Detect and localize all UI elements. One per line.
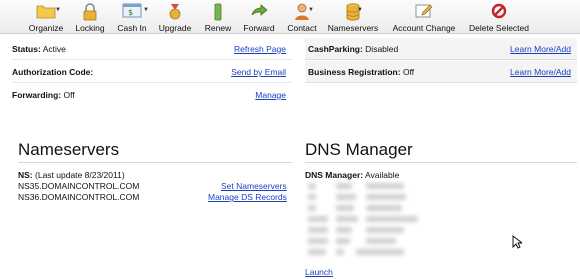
svg-text:$: $: [128, 8, 133, 17]
divider: [18, 162, 292, 163]
forwarding-value: Off: [63, 90, 75, 100]
manage-ds-records-link[interactable]: Manage DS Records: [208, 192, 287, 202]
manage-forwarding-link[interactable]: Manage: [255, 84, 286, 106]
cash-in-label: Cash In: [117, 23, 147, 33]
launch-link[interactable]: Launch: [305, 267, 333, 277]
cashparking-learn-more-link[interactable]: Learn More/Add: [510, 38, 571, 60]
refresh-page-link[interactable]: Refresh Page: [234, 38, 286, 60]
status-label: Status:: [12, 44, 41, 54]
locking-label: Locking: [75, 23, 105, 33]
medal-icon: [156, 3, 194, 21]
forward-label: Forward: [243, 23, 275, 33]
nameserver-1: NS35.DOMAINCONTROL.COM: [18, 181, 140, 191]
set-nameservers-link[interactable]: Set Nameservers: [221, 181, 287, 191]
chevron-down-icon[interactable]: ▼: [308, 7, 314, 13]
divider: [305, 162, 577, 163]
locking-button[interactable]: Locking: [72, 3, 108, 33]
nameservers-button[interactable]: Nameservers: [324, 3, 382, 33]
ns-last-update: (Last update 8/23/2011): [35, 170, 125, 180]
business-registration-label: Business Registration:: [308, 67, 401, 77]
contact-label: Contact: [287, 23, 317, 33]
send-by-email-link[interactable]: Send by Email: [231, 61, 286, 83]
contact-button[interactable]: Contact: [284, 3, 320, 33]
renew-icon: [202, 3, 234, 21]
forward-arrow-icon: [241, 3, 277, 21]
cashparking-row: CashParking: Disabled Learn More/Add: [305, 38, 577, 60]
dns-manager-value: Available: [365, 170, 400, 180]
delete-selected-button[interactable]: Delete Selected: [464, 3, 534, 33]
pencil-icon: [390, 3, 458, 21]
nameservers-update-line: NS: (Last update 8/23/2011): [18, 170, 125, 180]
dns-manager-heading: DNS Manager: [305, 140, 413, 159]
upgrade-label: Upgrade: [158, 23, 192, 33]
status-value: Active: [42, 44, 66, 54]
mouse-cursor-icon: [512, 235, 524, 251]
ns-label: NS:: [18, 170, 33, 180]
cashparking-label: CashParking:: [308, 44, 363, 54]
database-icon: [324, 3, 382, 21]
chevron-down-icon[interactable]: ▼: [357, 7, 363, 13]
authorization-code-label: Authorization Code:: [12, 67, 94, 77]
business-registration-row: Business Registration: Off Learn More/Ad…: [305, 61, 577, 83]
status-row: Status: Active Refresh Page: [12, 38, 292, 60]
chevron-down-icon[interactable]: ▼: [55, 7, 61, 13]
dns-manager-status: DNS Manager: Available: [305, 170, 399, 180]
nameservers-heading: Nameservers: [18, 140, 120, 159]
forward-button[interactable]: Forward: [241, 3, 277, 33]
forwarding-label: Forwarding:: [12, 90, 62, 100]
toolbar: Organize ▼ Locking $ Cash In ▼ Upgrade R…: [0, 0, 580, 34]
delete-icon: [464, 3, 534, 21]
dns-manager-label: DNS Manager:: [305, 170, 364, 180]
organize-label: Organize: [28, 23, 64, 33]
renew-label: Renew: [204, 23, 232, 33]
contact-person-icon: [284, 3, 320, 21]
lock-icon: [72, 3, 108, 21]
cashparking-value: Disabled: [365, 44, 399, 54]
nameservers-label: Nameservers: [327, 23, 379, 33]
renew-button[interactable]: Renew: [202, 3, 234, 33]
account-change-button[interactable]: Account Change: [390, 3, 458, 33]
business-registration-learn-more-link[interactable]: Learn More/Add: [510, 61, 571, 83]
authorization-code-row: Authorization Code: Send by Email: [12, 61, 292, 83]
nameserver-2: NS36.DOMAINCONTROL.COM: [18, 192, 140, 202]
forwarding-row: Forwarding: Off Manage: [12, 84, 292, 106]
upgrade-button[interactable]: Upgrade: [156, 3, 194, 33]
business-registration-value: Off: [402, 67, 415, 77]
delete-selected-label: Delete Selected: [468, 23, 529, 33]
chevron-down-icon[interactable]: ▼: [143, 7, 149, 13]
account-change-label: Account Change: [392, 23, 456, 33]
